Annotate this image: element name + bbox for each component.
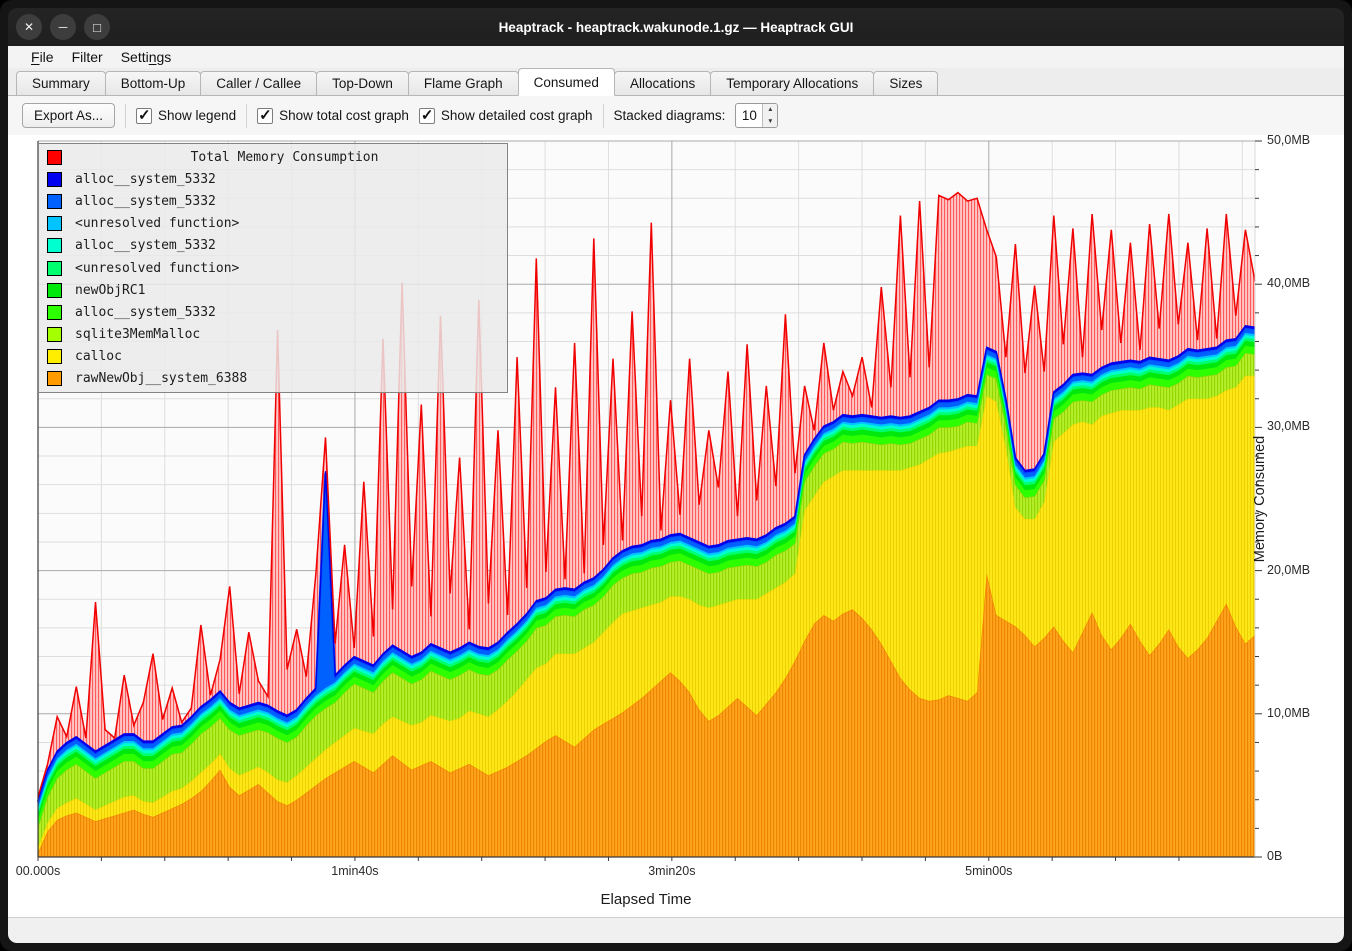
legend-item: Total Memory Consumption: [39, 146, 507, 168]
legend-swatch: [47, 349, 62, 364]
x-tick-label: 1min40s: [310, 864, 400, 878]
legend-swatch: [47, 305, 62, 320]
toolbar-separator: [246, 104, 247, 128]
app-window: ✕ ─ □ Heaptrack - heaptrack.wakunode.1.g…: [0, 0, 1352, 951]
checkbox-label: Show total cost graph: [279, 108, 409, 123]
tab-flame-graph[interactable]: Flame Graph: [408, 71, 519, 95]
tab-top-down[interactable]: Top-Down: [316, 71, 409, 95]
y-tick-label: 10,0MB: [1267, 706, 1310, 720]
tab-caller-callee[interactable]: Caller / Callee: [200, 71, 317, 95]
show-detailed-cost-checkbox[interactable]: ✓ Show detailed cost graph: [419, 108, 593, 124]
legend-label: rawNewObj__system_6388: [75, 371, 247, 386]
stacked-diagrams-spinner[interactable]: 10 ▲ ▼: [735, 103, 778, 128]
y-tick-label: 50,0MB: [1267, 133, 1310, 147]
legend-swatch: [47, 261, 62, 276]
tab-bar: SummaryBottom-UpCaller / CalleeTop-DownF…: [8, 68, 1344, 96]
stacked-diagrams-label: Stacked diagrams:: [614, 108, 726, 123]
menu-item-settings[interactable]: Settings: [112, 46, 181, 68]
checkmark-icon: ✓: [259, 106, 272, 124]
legend-label: <unresolved function>: [75, 216, 239, 231]
y-tick-label: 20,0MB: [1267, 563, 1310, 577]
menu-item-filter[interactable]: Filter: [63, 46, 112, 68]
legend-label: alloc__system_5332: [75, 194, 216, 209]
toolbar-separator: [603, 104, 604, 128]
legend-swatch: [47, 238, 62, 253]
tab-temporary-allocations[interactable]: Temporary Allocations: [710, 71, 874, 95]
legend-label: newObjRC1: [75, 283, 145, 298]
tab-consumed[interactable]: Consumed: [518, 68, 615, 96]
legend-label: <unresolved function>: [75, 261, 239, 276]
legend-item: <unresolved function>: [39, 257, 507, 279]
checkmark-icon: ✓: [421, 106, 434, 124]
y-tick-label: 30,0MB: [1267, 419, 1310, 433]
checkbox-label: Show detailed cost graph: [441, 108, 593, 123]
legend-label: alloc__system_5332: [75, 172, 216, 187]
legend-label: sqlite3MemMalloc: [75, 327, 200, 342]
tab-bottom-up[interactable]: Bottom-Up: [105, 71, 202, 95]
x-axis-title: Elapsed Time: [546, 891, 746, 908]
spin-up-icon[interactable]: ▲: [763, 104, 777, 116]
consumed-chart-panel: Total Memory Consumption alloc__system_53…: [8, 135, 1344, 917]
tab-sizes[interactable]: Sizes: [873, 71, 938, 95]
export-as-button[interactable]: Export As...: [22, 103, 115, 128]
legend-item: sqlite3MemMalloc: [39, 324, 507, 346]
status-strip: [8, 917, 1344, 943]
x-tick-label: 00.000s: [0, 864, 83, 878]
legend-swatch: [47, 194, 62, 209]
checkbox-box: ✓: [257, 108, 273, 124]
window-title: Heaptrack - heaptrack.wakunode.1.gz — He…: [8, 8, 1344, 46]
tab-allocations[interactable]: Allocations: [614, 71, 711, 95]
legend-item: rawNewObj__system_6388: [39, 368, 507, 390]
show-legend-checkbox[interactable]: ✓ Show legend: [136, 108, 236, 124]
legend-swatch: [47, 150, 62, 165]
tab-summary[interactable]: Summary: [16, 71, 106, 95]
legend-item: alloc__system_5332: [39, 168, 507, 190]
legend-swatch: [47, 371, 62, 386]
y-tick-label: 0B: [1267, 849, 1282, 863]
menu-bar: FileFilterSettings: [8, 46, 1344, 68]
chart-legend: Total Memory Consumption alloc__system_53…: [38, 143, 508, 393]
menu-item-file[interactable]: File: [22, 46, 63, 68]
legend-item: <unresolved function>: [39, 213, 507, 235]
spinner-arrows: ▲ ▼: [762, 104, 777, 127]
legend-label: alloc__system_5332: [75, 238, 216, 253]
toolbar-separator: [125, 104, 126, 128]
legend-item: alloc__system_5332: [39, 235, 507, 257]
legend-label: calloc: [75, 349, 122, 364]
toolbar: Export As... ✓ Show legend ✓ Show total …: [8, 96, 1344, 135]
legend-item: alloc__system_5332: [39, 190, 507, 212]
x-tick-label: 3min20s: [627, 864, 717, 878]
show-total-cost-checkbox[interactable]: ✓ Show total cost graph: [257, 108, 409, 124]
legend-swatch: [47, 216, 62, 231]
legend-label: Total Memory Consumption: [62, 150, 507, 165]
checkbox-box: ✓: [419, 108, 435, 124]
legend-swatch: [47, 283, 62, 298]
legend-item: alloc__system_5332: [39, 301, 507, 323]
checkmark-icon: ✓: [138, 106, 151, 124]
spinner-value[interactable]: 10: [736, 104, 762, 127]
legend-swatch: [47, 172, 62, 187]
legend-swatch: [47, 327, 62, 342]
legend-item: newObjRC1: [39, 279, 507, 301]
legend-label: alloc__system_5332: [75, 305, 216, 320]
x-tick-label: 5min00s: [944, 864, 1034, 878]
title-bar[interactable]: ✕ ─ □ Heaptrack - heaptrack.wakunode.1.g…: [8, 8, 1344, 46]
checkbox-label: Show legend: [158, 108, 236, 123]
legend-item: calloc: [39, 346, 507, 368]
spin-down-icon[interactable]: ▼: [763, 116, 777, 128]
y-axis-title: Memory Consumed: [1252, 419, 1268, 579]
y-tick-label: 40,0MB: [1267, 276, 1310, 290]
checkbox-box: ✓: [136, 108, 152, 124]
